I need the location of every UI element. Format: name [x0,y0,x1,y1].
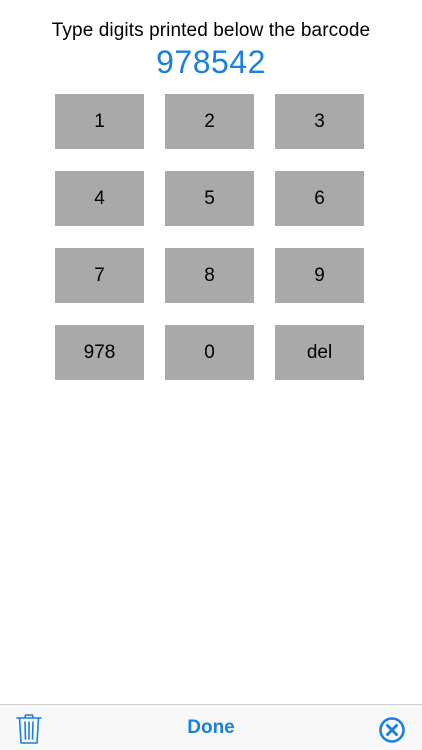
key-1[interactable]: 1 [55,94,144,149]
key-4[interactable]: 4 [55,171,144,226]
keypad: 1 2 3 4 5 6 7 8 9 978 0 del [55,94,365,380]
key-delete[interactable]: del [275,325,364,380]
key-2[interactable]: 2 [165,94,254,149]
key-978-prefix[interactable]: 978 [55,325,144,380]
done-button[interactable]: Done [160,717,262,739]
trash-icon [16,714,42,744]
key-6[interactable]: 6 [275,171,364,226]
key-7[interactable]: 7 [55,248,144,303]
entered-digits-display: 978542 [156,44,266,80]
bottom-toolbar: Done [0,704,422,750]
key-0[interactable]: 0 [165,325,254,380]
instruction-text: Type digits printed below the barcode [51,20,371,41]
key-9[interactable]: 9 [275,248,364,303]
close-circle-icon [379,717,405,743]
cancel-button[interactable] [378,716,406,744]
key-8[interactable]: 8 [165,248,254,303]
key-5[interactable]: 5 [165,171,254,226]
trash-button[interactable] [15,713,43,745]
key-3[interactable]: 3 [275,94,364,149]
